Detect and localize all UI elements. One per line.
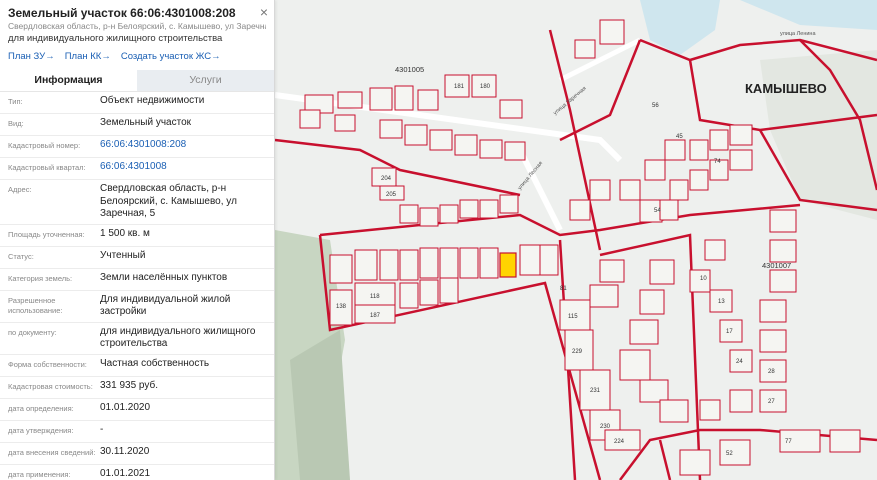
row-label: Форма собственности: <box>8 359 87 369</box>
svg-text:54: 54 <box>654 208 661 214</box>
row-label: Кадастровый номер: <box>8 141 81 150</box>
panel-title: Земельный участок 66:06:4301008:208 <box>8 6 236 20</box>
panel-tabs: Информация Услуги <box>0 70 274 91</box>
info-row: Площадь уточненная: 1 500 кв. м <box>0 225 274 247</box>
row-value: Для индивидуальной жилой застройки <box>100 293 231 318</box>
info-row: Кадастровая стоимость: 331 935 руб. <box>0 377 274 399</box>
cadastral-number-link[interactable]: 66:06:4301008:208 <box>100 139 266 152</box>
create-parcel-link[interactable]: Создать участок ЖС→ <box>121 51 221 62</box>
svg-text:230: 230 <box>600 424 611 430</box>
info-row: Статус: Учтенный <box>0 247 274 269</box>
info-row: Форма собственности: Частная собственност… <box>0 355 274 377</box>
svg-text:118: 118 <box>370 294 380 300</box>
row-value: 01.01.2020 <box>100 401 151 413</box>
row-label: Тип: <box>8 97 23 106</box>
info-row: дата внесения сведений: 30.11.2020 <box>0 443 274 465</box>
row-label: по документу: <box>8 327 57 337</box>
row-value: Земельный участок <box>100 117 192 128</box>
row-value: 01.01.2021 <box>100 467 151 479</box>
row-label: дата внесения сведений: <box>8 447 96 457</box>
row-label: дата утверждения: <box>8 425 74 435</box>
svg-text:229: 229 <box>572 349 583 355</box>
info-row: дата утверждения: - <box>0 421 274 443</box>
info-row: Категория земель: Земли населённых пункто… <box>0 269 274 291</box>
svg-text:180: 180 <box>480 84 491 90</box>
panel-links: План ЗУ→ План КК→ Создать участок ЖС→ <box>8 51 266 62</box>
row-label: Кадастровая стоимость: <box>8 381 93 391</box>
info-rows: Тип: Объект недвижимости Вид: Земельный уч… <box>0 91 274 480</box>
svg-text:10: 10 <box>700 276 707 282</box>
svg-text:205: 205 <box>386 192 397 198</box>
info-row: Вид: Земельный участок <box>0 114 274 136</box>
info-row: Адрес: Свердловская область, р-н Белоярск… <box>0 180 274 225</box>
svg-text:27: 27 <box>768 399 775 405</box>
row-value: Частная собственность <box>100 357 210 369</box>
svg-text:28: 28 <box>768 369 775 375</box>
plan-zu-link[interactable]: План ЗУ→ <box>8 51 55 62</box>
svg-text:24: 24 <box>736 359 743 365</box>
svg-text:56: 56 <box>652 103 659 109</box>
quarter-label: 4301007 <box>762 261 791 270</box>
tab-services[interactable]: Услуги <box>137 70 274 91</box>
svg-text:181: 181 <box>454 84 465 90</box>
street-label: улица Ленина <box>780 31 816 37</box>
cadastral-quarter-link[interactable]: 66:06:4301008 <box>100 161 266 174</box>
svg-text:204: 204 <box>381 176 392 182</box>
row-label: Площадь уточненная: <box>8 229 85 239</box>
plan-kk-link[interactable]: План КК→ <box>65 51 111 62</box>
svg-text:17: 17 <box>726 329 733 335</box>
info-row: Кадастровый номер: 66:06:4301008:208 <box>0 136 274 158</box>
row-value: Земли населённых пунктов <box>100 271 228 283</box>
purpose-text: для индивидуального жилищного строительс… <box>8 33 223 44</box>
info-row: Тип: Объект недвижимости <box>0 92 274 114</box>
row-value: Учтенный <box>100 249 146 261</box>
svg-text:187: 187 <box>370 313 381 319</box>
row-value: 331 935 руб. <box>100 379 158 391</box>
svg-text:74: 74 <box>714 159 721 165</box>
row-value: 1 500 кв. м <box>100 227 150 239</box>
info-row: Разрешенное использование: Для индивидуал… <box>0 291 274 323</box>
row-label: дата определения: <box>8 403 74 413</box>
info-row: по документу: для индивидуального жилищно… <box>0 323 274 355</box>
row-label: Адрес: <box>8 185 32 194</box>
row-label: Кадастровый квартал: <box>8 163 86 172</box>
panel-header: Земельный участок 66:06:4301008:208 × Св… <box>0 0 274 66</box>
row-value: - <box>100 423 104 435</box>
close-icon[interactable]: × <box>260 4 268 20</box>
row-value: для индивидуального жилищного строительс… <box>100 325 256 350</box>
row-label: Статус: <box>8 251 34 261</box>
row-label: Вид: <box>8 119 24 128</box>
svg-text:224: 224 <box>614 439 625 445</box>
tab-info[interactable]: Информация <box>0 70 137 91</box>
svg-text:115: 115 <box>568 314 578 320</box>
svg-text:81: 81 <box>560 286 567 292</box>
selected-parcel[interactable] <box>499 252 517 278</box>
svg-text:77: 77 <box>785 439 792 445</box>
svg-text:13: 13 <box>718 299 725 305</box>
address-summary: Свердловская область, р-н Белоярский, с.… <box>8 20 266 32</box>
quarter-label: 4301005 <box>395 65 424 74</box>
row-value: 30.11.2020 <box>100 445 150 457</box>
svg-text:231: 231 <box>590 388 601 394</box>
info-row: Кадастровый квартал: 66:06:4301008 <box>0 158 274 180</box>
row-value: Объект недвижимости <box>100 95 205 106</box>
info-panel: Земельный участок 66:06:4301008:208 × Св… <box>0 0 275 480</box>
svg-text:138: 138 <box>336 304 347 310</box>
info-row: дата применения: 01.01.2021 <box>0 465 274 480</box>
row-label: Категория земель: <box>8 273 73 283</box>
svg-text:52: 52 <box>726 451 733 457</box>
row-label: Разрешенное использование: <box>8 295 63 315</box>
info-row: дата определения: 01.01.2020 <box>0 399 274 421</box>
svg-text:45: 45 <box>676 134 683 140</box>
row-label: дата применения: <box>8 469 71 479</box>
row-value: Свердловская область, р-н Белоярский, с.… <box>100 183 237 219</box>
village-label: КАМЫШЕВО <box>745 81 827 96</box>
